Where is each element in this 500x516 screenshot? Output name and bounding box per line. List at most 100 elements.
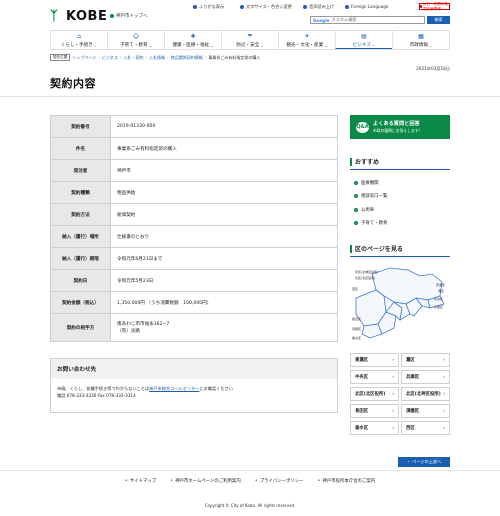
- breadcrumb-item[interactable]: 入札情報: [149, 55, 165, 61]
- map-label: 北区(北神区役所): [355, 269, 378, 274]
- top-page-link[interactable]: 神戸市トップへ: [110, 13, 148, 19]
- table-row: 契約日 令和元年5月23日: [50, 269, 338, 292]
- recommend-label: 医療機関: [361, 181, 379, 186]
- ward-link[interactable]: 西区 ›: [401, 421, 450, 435]
- map-label: 垂水区: [352, 335, 361, 340]
- page-top-button[interactable]: ⌃ ページの上部へ: [398, 457, 450, 467]
- util-label: 文字サイズ・色合い変更: [246, 4, 292, 9]
- breadcrumb-item[interactable]: 物品関係契約情報: [171, 55, 203, 61]
- emergency-label: 休日・夜間の救急診療情報: [422, 1, 448, 11]
- ward-label: 中央区: [355, 375, 369, 380]
- breadcrumb-item[interactable]: トップページ: [72, 55, 96, 61]
- recommend-heading: おすすめ: [350, 157, 450, 170]
- text-size-link[interactable]: 文字サイズ・色合い変更: [240, 4, 292, 10]
- ward-link[interactable]: 東灘区 ›: [350, 353, 399, 367]
- ward-link[interactable]: 兵庫区 ›: [401, 370, 450, 384]
- footer-link-privacy[interactable]: • プライバシーポリシー: [255, 478, 304, 484]
- emergency-button[interactable]: 休日・夜間の救急診療情報: [419, 1, 450, 11]
- chevron-right-icon: ›: [443, 425, 445, 431]
- furigana-icon: [193, 5, 197, 9]
- recommend-item[interactable]: › 公用車: [354, 207, 374, 213]
- footer-link-cityhall[interactable]: • 神戸市役所本庁舎のご案内: [318, 478, 376, 484]
- row-label: 契約方法: [50, 203, 111, 226]
- furigana-link[interactable]: ふりがな表示: [193, 4, 224, 10]
- recommend-item[interactable]: › 子育て・教育: [354, 220, 387, 226]
- recommend-item[interactable]: › 医療機関: [354, 180, 379, 186]
- partner-name: （有）淡路: [117, 329, 140, 334]
- breadcrumb-item[interactable]: 入札・契約: [124, 55, 144, 61]
- ward-link[interactable]: 垂水区 ›: [350, 421, 399, 435]
- umbrella-icon: ☂: [247, 33, 253, 40]
- row-value: 1,350,000円 （うち消費税額 100,000円）: [110, 291, 338, 314]
- ward-link[interactable]: 北区(北神区役所) ›: [401, 387, 450, 401]
- util-label: Foreign Language: [351, 4, 389, 9]
- inquiry-box: お問い合わせ先 市政、くらし、各種手続き等でわからないことは神戸市総合コールセン…: [50, 358, 338, 413]
- chevron-down-icon: ⌄: [324, 42, 328, 48]
- footer-link-label: サイトマップ: [129, 479, 157, 484]
- footer-link-guide[interactable]: • 神戸市ホームページのご利用案内: [170, 478, 241, 484]
- table-row: 納入（履行）場所 仕様書のとおり: [50, 225, 338, 248]
- breadcrumb-separator: ›: [145, 55, 148, 60]
- recommend-label: 公用車: [361, 208, 375, 213]
- footer-link-sitemap[interactable]: • サイトマップ: [125, 478, 156, 484]
- search-input[interactable]: Google カスタム検索: [310, 16, 425, 24]
- chevron-down-icon: ⌄: [260, 42, 264, 48]
- ward-link[interactable]: 北区(北区役所) ›: [350, 387, 399, 401]
- recommend-item[interactable]: › 相談窓口一覧: [354, 193, 387, 199]
- contract-table: 契約番号 2019-01330-000 件名 事業系ごみ有料指定袋の購入 発注者 神戸…: [50, 115, 338, 342]
- read-aloud-link[interactable]: 音声読み上げ: [303, 4, 334, 10]
- map-label: 北区(北区役所): [355, 275, 375, 280]
- logo-text: KOBE: [66, 9, 108, 24]
- nav-item-health[interactable]: ✚ 健康・医療・福祉 ⌄: [164, 31, 221, 49]
- map-label: 須磨区: [352, 326, 361, 331]
- bullet-icon: •: [317, 478, 321, 484]
- ward-link[interactable]: 須磨区 ›: [401, 404, 450, 418]
- heading-bar: [350, 157, 352, 166]
- google-label: Google: [313, 17, 330, 23]
- kobe-logo[interactable]: ᛉ KOBE: [50, 9, 107, 24]
- ward-link[interactable]: 中央区 ›: [350, 370, 399, 384]
- call-center-link[interactable]: 神戸市総合コールセンター: [149, 386, 199, 391]
- ward-link[interactable]: 長田区 ›: [350, 404, 399, 418]
- ward-label: 灘区: [406, 358, 415, 363]
- update-date: 2021年03月18日: [416, 66, 450, 71]
- chevron-right-icon: ›: [443, 357, 445, 363]
- nav-item-life[interactable]: ⌂ くらし・手続き ⌄: [50, 31, 107, 49]
- foreign-language-link[interactable]: Foreign Language: [345, 4, 389, 9]
- partner-address: 南あわじ市市福永362−7: [117, 322, 170, 327]
- table-row: 契約番号 2019-01330-000: [50, 115, 338, 138]
- business-icon: ▤: [361, 32, 367, 40]
- ward-label: 垂水区: [355, 426, 369, 431]
- row-label: 契約日: [50, 269, 111, 292]
- ward-label: 長田区: [355, 409, 369, 414]
- nav-item-tourism[interactable]: ✈ 観光・文化・産業 ⌄: [278, 31, 335, 49]
- inquiry-line-1: 市政、くらし、各種手続き等でわからないことは神戸市総合コールセンターにお電話くだ…: [57, 385, 331, 392]
- footer-links: • サイトマップ • 神戸市ホームページのご利用案内 • プライバシーポリシー • 神戸…: [0, 478, 500, 484]
- nav-item-city[interactable]: ▦ 市政情報 ⌄: [392, 31, 450, 49]
- speaker-icon: [303, 5, 307, 9]
- breadcrumb-item[interactable]: ビジネス: [102, 55, 118, 61]
- nav-item-business[interactable]: ▤ ビジネス ⌄: [335, 31, 392, 49]
- search-button[interactable]: 検索: [427, 16, 450, 24]
- faq-banner[interactable]: Q&A よくある質問と回答 市政の疑問にお答えします！: [350, 115, 450, 139]
- speech-bubble-icon: Q&A: [356, 121, 369, 133]
- breadcrumb-separator: ›: [204, 55, 207, 60]
- ward-map[interactable]: 北区(北神区役所) 北区(北区役所) 西区 東灘区 灘区 中央区 兵庫区 長田区…: [350, 262, 450, 347]
- table-row: 納入（履行）期限 令和元年6月21日まで: [50, 247, 338, 270]
- breadcrumb: 現在位置 トップページ › ビジネス › 入札・契約 › 入札情報 › 物品関係契約情報…: [50, 54, 260, 61]
- map-label: 中央区: [434, 296, 443, 301]
- house-icon: ⌂: [77, 33, 81, 40]
- inquiry-body: 市政、くらし、各種手続き等でわからないことは神戸市総合コールセンターにお電話くだ…: [51, 379, 337, 405]
- global-nav: ⌂ くらし・手続き ⌄ ☺ 子育て・教育 ⌄ ✚ 健康・医療・福祉 ⌄ ☂ 防災・安全 ⌄ ✈ 観…: [50, 30, 450, 50]
- breadcrumb-separator: ›: [98, 55, 100, 60]
- nav-item-safety[interactable]: ☂ 防災・安全 ⌄: [221, 31, 278, 49]
- chevron-right-icon: ›: [443, 391, 445, 397]
- chevron-down-icon: ⌄: [210, 42, 214, 48]
- ward-link[interactable]: 灘区 ›: [401, 353, 450, 367]
- text-size-icon: [240, 5, 244, 9]
- inquiry-phone: 電話 078-333-3330 Fax 078-333-3314: [57, 393, 136, 398]
- nav-item-childcare[interactable]: ☺ 子育て・教育 ⌄: [107, 31, 164, 49]
- recommend-label: 子育て・教育: [361, 221, 388, 226]
- row-label: 発注者: [50, 159, 111, 182]
- arrow-icon: ›: [354, 194, 358, 198]
